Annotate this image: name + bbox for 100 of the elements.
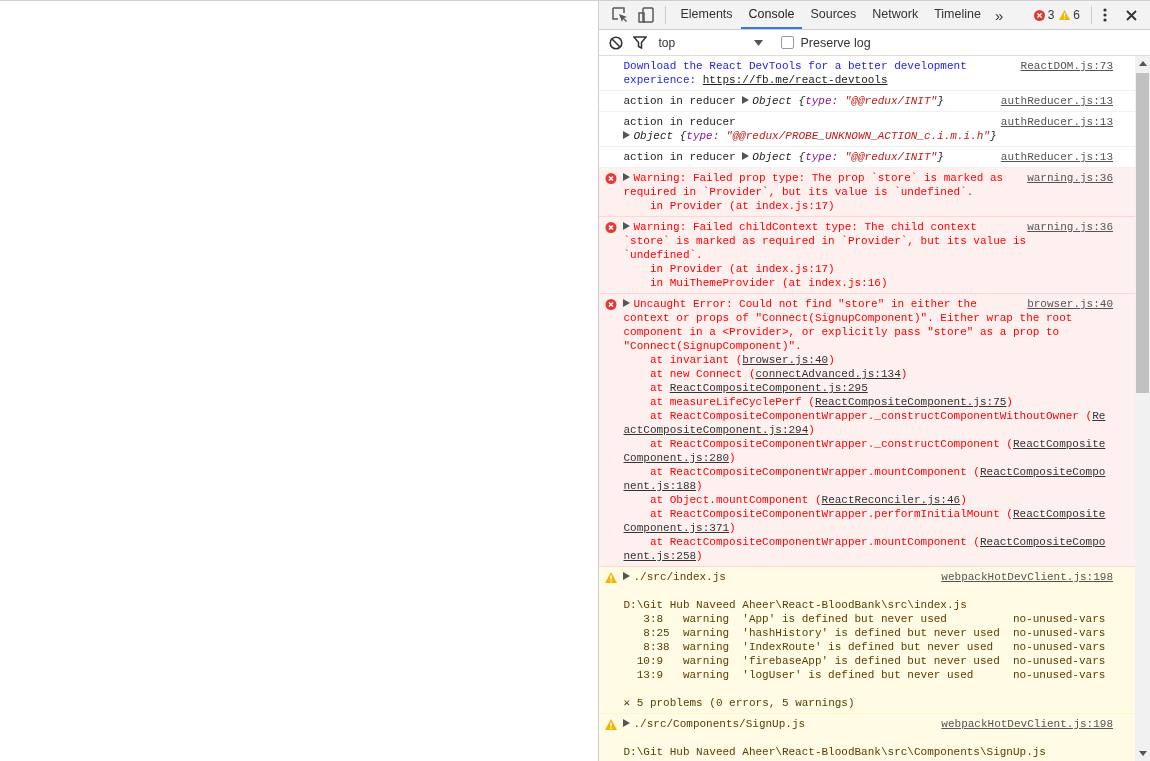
file-link[interactable]: ReactCompositeCompo (979, 466, 1106, 478)
file-link[interactable]: ReactComposite (1012, 508, 1106, 520)
more-tabs[interactable]: » (988, 6, 1010, 24)
file-link[interactable]: nent.js:258 (623, 550, 697, 562)
message-text: ) (808, 424, 815, 436)
source-link[interactable]: warning.js:36 (1027, 171, 1113, 185)
message-text: at new Connect ( (648, 368, 756, 380)
message-text: ) (1006, 396, 1013, 408)
warning-count[interactable]: 6 (1073, 8, 1080, 22)
message-text: Download the React DevTools for a better development (623, 60, 967, 72)
file-link[interactable]: ReactComposite (1012, 438, 1106, 450)
message-text: 13:9 warning 'logUser' is defined but never used no-unused-vars (635, 669, 1106, 681)
message-text: ./src/Components/SignUp.js (633, 718, 806, 730)
message-text: 10:9 warning 'firebaseApp' is defined but never used no-unused-vars (635, 655, 1106, 667)
message-text: `store` is marked as required in `Provider`, but its value is (623, 235, 1027, 247)
file-link[interactable]: https://fb.me/react-devtools (702, 74, 888, 86)
panel-tab[interactable]: Sources (802, 1, 865, 29)
panel-tab[interactable]: Network (864, 1, 927, 29)
message-text: at ReactCompositeComponentWrapper.mountComponent ( (648, 466, 980, 478)
message-text: action in reducer (623, 116, 736, 128)
error-icon (1033, 9, 1045, 21)
object-preview: } (937, 151, 944, 163)
string-value: "@@redux/INIT" (844, 95, 938, 107)
message-text: Warning: Failed childContext type: The child context (633, 221, 977, 233)
expand-triangle-icon[interactable] (623, 572, 631, 580)
file-link[interactable]: ReactCompositeCompo (979, 536, 1106, 548)
checkbox-label[interactable]: Preserve log (800, 35, 871, 50)
filter-icon[interactable] (633, 36, 648, 49)
file-link[interactable]: connectAdvanced.js:134 (755, 368, 901, 380)
file-link[interactable]: nent.js:188 (623, 480, 697, 492)
expand-triangle-icon[interactable] (623, 299, 631, 307)
panel-tab[interactable]: Console (740, 1, 803, 29)
scrollbar[interactable] (1135, 56, 1150, 761)
device-icon[interactable] (638, 7, 655, 23)
file-link[interactable]: ReactCompositeComponent.js:75 (814, 396, 1007, 408)
source-link[interactable]: warning.js:36 (1027, 220, 1113, 234)
message-text: at ReactCompositeComponentWrapper.performInitialMount ( (648, 508, 1013, 520)
message-text: `undefined`. (623, 249, 703, 261)
clear-icon[interactable] (609, 35, 624, 50)
file-link[interactable]: actCompositeComponent.js:294 (623, 424, 809, 436)
message-text: 8:25 warning 'hashHistory' is defined but never used no-unused-vars (642, 627, 1106, 639)
object-preview: Object { (633, 130, 687, 142)
source-link[interactable]: authReducer.js:13 (1000, 115, 1113, 129)
message-text: Warning: Failed prop type: The prop `store` is marked as (633, 172, 1004, 184)
message-text: in Provider (at index.js:17) (648, 200, 835, 212)
expand-triangle-icon[interactable] (623, 131, 631, 139)
message-text: ) (960, 494, 967, 506)
panel-tab[interactable]: Elements (672, 1, 741, 29)
expand-triangle-icon[interactable] (742, 152, 750, 160)
file-link[interactable]: browser.js:40 (742, 354, 829, 366)
source-link[interactable]: browser.js:40 (1027, 297, 1113, 311)
scrollbar-thumb[interactable] (1136, 73, 1149, 393)
scroll-down-icon[interactable] (1138, 751, 1147, 756)
scroll-up-icon[interactable] (1138, 61, 1147, 66)
message-text: 3:8 warning 'App' is defined but never used no-unused-vars (642, 613, 1106, 625)
file-link[interactable]: ReactCompositeComponent.js:295 (669, 382, 868, 394)
message-text: at invariant ( (648, 354, 743, 366)
expand-triangle-icon[interactable] (623, 719, 631, 727)
error-count[interactable]: 3 (1047, 8, 1055, 22)
message-text: D:\Git Hub Naveed Aheer\React-BloodBank\src\index.js (623, 599, 967, 611)
file-link[interactable]: Re (1092, 410, 1106, 422)
object-key: type: (805, 151, 845, 163)
message-text: action in reducer (623, 95, 737, 107)
dropdown-arrow-icon (754, 39, 764, 46)
message-text: D:\Git Hub Naveed Aheer\React-BloodBank\src\Components\SignUp.js (623, 746, 1046, 758)
object-key: type: (805, 95, 845, 107)
source-link[interactable]: webpackHotDevClient.js:198 (941, 570, 1113, 584)
message-text: context or props of "Connect(SignupComponent)". Either wrap the root (623, 312, 1073, 324)
context-dropdown[interactable]: top (658, 35, 770, 50)
inspect-icon[interactable] (612, 7, 629, 23)
menu-icon[interactable] (1103, 8, 1107, 22)
message-text: at ReactCompositeComponentWrapper.mountComponent ( (648, 536, 980, 548)
object-preview: } (989, 130, 997, 142)
source-link[interactable]: ReactDOM.js:73 (1020, 59, 1113, 73)
source-link[interactable]: webpackHotDevClient.js:198 (941, 717, 1113, 731)
message-text: action in reducer (623, 151, 737, 163)
source-link[interactable]: authReducer.js:13 (1000, 150, 1113, 164)
checkbox[interactable] (781, 36, 795, 49)
message-text: ) (900, 368, 908, 380)
expand-triangle-icon[interactable] (742, 96, 750, 104)
message-text: ./src/index.js (633, 571, 726, 583)
panel-tab[interactable]: Timeline (926, 1, 989, 29)
message-text: "Connect(SignupComponent)". (623, 340, 802, 352)
message-text: at (648, 382, 665, 394)
message-text: ) (729, 522, 736, 534)
close-icon[interactable] (1126, 9, 1137, 21)
message-text: ) (696, 480, 703, 492)
message-text: in Provider (at index.js:17) (648, 263, 835, 275)
message-text: ) (696, 550, 703, 562)
file-link[interactable]: Component.js:280 (623, 452, 730, 464)
object-preview: Object { (752, 95, 806, 107)
source-link[interactable]: authReducer.js:13 (1000, 94, 1113, 108)
expand-triangle-icon[interactable] (623, 222, 631, 230)
message-text: experience: (623, 74, 698, 86)
file-link[interactable]: ReactReconciler.js:46 (821, 494, 961, 506)
message-text: ✕ 5 problems (0 errors, 5 warnings) (623, 697, 855, 709)
message-text: Uncaught Error: Could not find "store" in either the (633, 298, 977, 310)
expand-triangle-icon[interactable] (623, 173, 631, 181)
message-text: required in `Provider`, but its value is `undefined`. (623, 186, 974, 198)
file-link[interactable]: Component.js:371 (623, 522, 730, 534)
